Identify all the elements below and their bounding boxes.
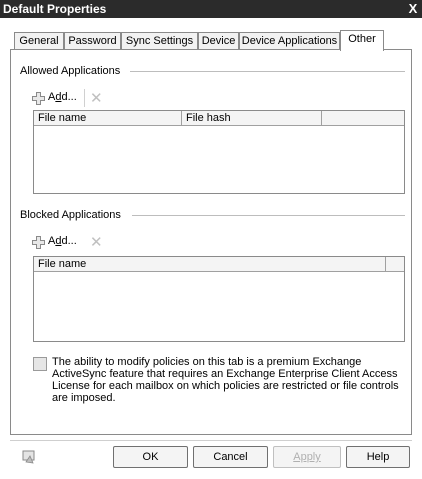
add-icon	[32, 92, 45, 105]
window-title: Default Properties	[3, 2, 107, 16]
close-button[interactable]: X	[405, 0, 421, 17]
help-context-icon[interactable]	[22, 450, 36, 464]
tab-password[interactable]: Password	[64, 32, 121, 49]
allowed-group-divider	[130, 71, 405, 72]
blocked-remove-button[interactable]: ✕	[90, 233, 103, 251]
tab-sync-settings[interactable]: Sync Settings	[121, 32, 198, 49]
allowed-remove-button[interactable]: ✕	[90, 89, 103, 107]
column-header-file-name[interactable]: File name	[34, 257, 386, 272]
footer-divider	[10, 440, 412, 441]
info-icon	[33, 357, 47, 371]
column-header-file-name[interactable]: File name	[34, 111, 182, 126]
toolbar-separator	[84, 89, 85, 107]
blocked-group-divider	[132, 215, 405, 216]
tab-device-applications[interactable]: Device Applications	[239, 32, 340, 49]
column-header-filler	[322, 111, 404, 126]
tab-other[interactable]: Other	[340, 30, 384, 51]
blocked-applications-header: Blocked Applications	[20, 209, 121, 221]
allowed-add-button[interactable]: Add...	[48, 91, 77, 103]
cancel-button[interactable]: Cancel	[193, 446, 268, 468]
title-bar: Default Properties X	[0, 0, 422, 18]
tab-general[interactable]: General	[14, 32, 64, 49]
license-info-text: The ability to modify policies on this t…	[52, 356, 399, 404]
help-button[interactable]: Help	[346, 446, 410, 468]
tab-device[interactable]: Device	[198, 32, 239, 49]
column-header-filler	[386, 257, 404, 272]
allowed-applications-header: Allowed Applications	[20, 65, 121, 77]
ok-button[interactable]: OK	[113, 446, 188, 468]
blocked-applications-list[interactable]: File name	[33, 256, 405, 342]
allowed-applications-list[interactable]: File name File hash	[33, 110, 405, 194]
apply-button[interactable]: Apply	[273, 446, 341, 468]
add-icon	[32, 236, 45, 249]
column-header-file-hash[interactable]: File hash	[182, 111, 322, 126]
blocked-add-button[interactable]: Add...	[48, 235, 77, 247]
